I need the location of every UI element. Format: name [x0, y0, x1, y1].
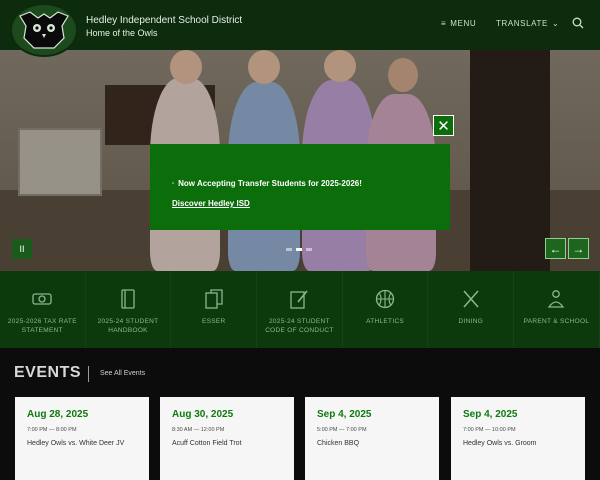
quicklink-parent-school[interactable]: PARENT & SCHOOL	[514, 271, 600, 348]
event-name: Acuff Cotton Field Trot	[172, 440, 242, 447]
event-name: Hedley Owls vs. White Deer JV	[27, 440, 125, 447]
site-header: Hedley Independent School District Home …	[0, 0, 600, 57]
event-time: 8:30 AM — 12:00 PM	[172, 427, 225, 433]
alert-message: Now Accepting Transfer Students for 2025…	[178, 179, 362, 188]
basketball-icon	[375, 289, 395, 309]
money-icon	[32, 293, 52, 305]
event-name: Chicken BBQ	[317, 440, 360, 447]
event-date: Sep 4, 2025	[463, 409, 518, 420]
slide-dot[interactable]	[286, 248, 292, 251]
slide-dot[interactable]	[296, 248, 302, 251]
quicklink-athletics[interactable]: ATHLETICS	[343, 271, 429, 348]
event-date: Aug 28, 2025	[27, 409, 89, 420]
event-card[interactable]: Sep 4, 2025 7:00 PM — 10:00 PM Hedley Ow…	[451, 397, 585, 480]
pencil-document-icon	[290, 290, 309, 309]
event-time: 7:00 PM — 10:00 PM	[463, 427, 516, 433]
owl-logo[interactable]	[10, 3, 78, 57]
next-slide-button[interactable]: →	[568, 238, 589, 259]
chevron-down-icon: ⌄	[551, 19, 560, 28]
events-divider	[88, 366, 89, 382]
district-name[interactable]: Hedley Independent School District	[86, 13, 242, 28]
menu-button[interactable]: ≡ MENU	[441, 19, 476, 28]
event-name: Hedley Owls vs. Groom	[463, 440, 537, 447]
event-time: 5:00 PM — 7:00 PM	[317, 427, 367, 433]
events-heading: EVENTS	[14, 364, 82, 381]
owl-logo-icon	[19, 11, 69, 49]
utensils-icon	[463, 290, 479, 308]
slideshow-pause-button[interactable]: II	[12, 239, 32, 259]
quick-links-bar: 2025-2026 TAX RATE STATEMENT 2025-24 STU…	[0, 271, 600, 348]
event-date: Sep 4, 2025	[317, 409, 372, 420]
event-time: 7:00 PM — 8:00 PM	[27, 427, 77, 433]
quicklink-label: ESSER	[201, 318, 226, 325]
district-tagline: Home of the Owls	[86, 28, 158, 38]
slide-indicators	[286, 248, 312, 251]
quicklink-label: 2025-24 STUDENT CODE OF CONDUCT	[265, 318, 334, 334]
discover-link[interactable]: Discover Hedley ISD	[172, 199, 250, 208]
previous-slide-button[interactable]: ←	[545, 238, 566, 259]
alert-modal: ▫ Now Accepting Transfer Students for 20…	[150, 144, 450, 230]
quicklink-label: DINING	[458, 318, 484, 325]
close-icon: ✕	[437, 117, 450, 135]
documents-icon	[205, 289, 223, 309]
translate-button[interactable]: TRANSLATE ⌄	[496, 19, 559, 28]
quicklink-esser[interactable]: ESSER	[171, 271, 258, 348]
events-section: EVENTS See All Events Aug 28, 2025 7:00 …	[0, 348, 600, 480]
alert-message-row: ▫ Now Accepting Transfer Students for 20…	[172, 179, 362, 188]
translate-label: TRANSLATE	[496, 19, 548, 28]
quicklink-tax-rate[interactable]: 2025-2026 TAX RATE STATEMENT	[0, 271, 86, 348]
bullet-icon: ▫	[172, 180, 175, 187]
event-card[interactable]: Sep 4, 2025 5:00 PM — 7:00 PM Chicken BB…	[305, 397, 439, 480]
event-card[interactable]: Aug 30, 2025 8:30 AM — 12:00 PM Acuff Co…	[160, 397, 294, 480]
see-all-events-link[interactable]: See All Events	[100, 370, 145, 377]
search-icon	[572, 17, 584, 29]
quicklink-label: ATHLETICS	[366, 318, 405, 325]
slide-dot[interactable]	[306, 248, 312, 251]
quicklink-label: 2025-24 STUDENT HANDBOOK	[97, 318, 159, 334]
menu-label: MENU	[450, 19, 477, 28]
quicklink-dining[interactable]: DINING	[428, 271, 515, 348]
page: Hedley Independent School District Home …	[0, 0, 600, 480]
search-button[interactable]	[572, 17, 584, 29]
parent-icon	[548, 290, 565, 308]
handbook-icon	[121, 289, 135, 309]
quicklink-code-of-conduct[interactable]: 2025-24 STUDENT CODE OF CONDUCT	[257, 271, 343, 348]
modal-close-button[interactable]: ✕	[433, 115, 454, 136]
event-date: Aug 30, 2025	[172, 409, 234, 420]
hamburger-icon: ≡	[441, 19, 447, 28]
quicklink-label: 2025-2026 TAX RATE STATEMENT	[7, 318, 77, 334]
event-card[interactable]: Aug 28, 2025 7:00 PM — 8:00 PM Hedley Ow…	[15, 397, 149, 480]
quicklink-student-handbook[interactable]: 2025-24 STUDENT HANDBOOK	[86, 271, 172, 348]
quicklink-label: PARENT & SCHOOL	[523, 318, 590, 325]
